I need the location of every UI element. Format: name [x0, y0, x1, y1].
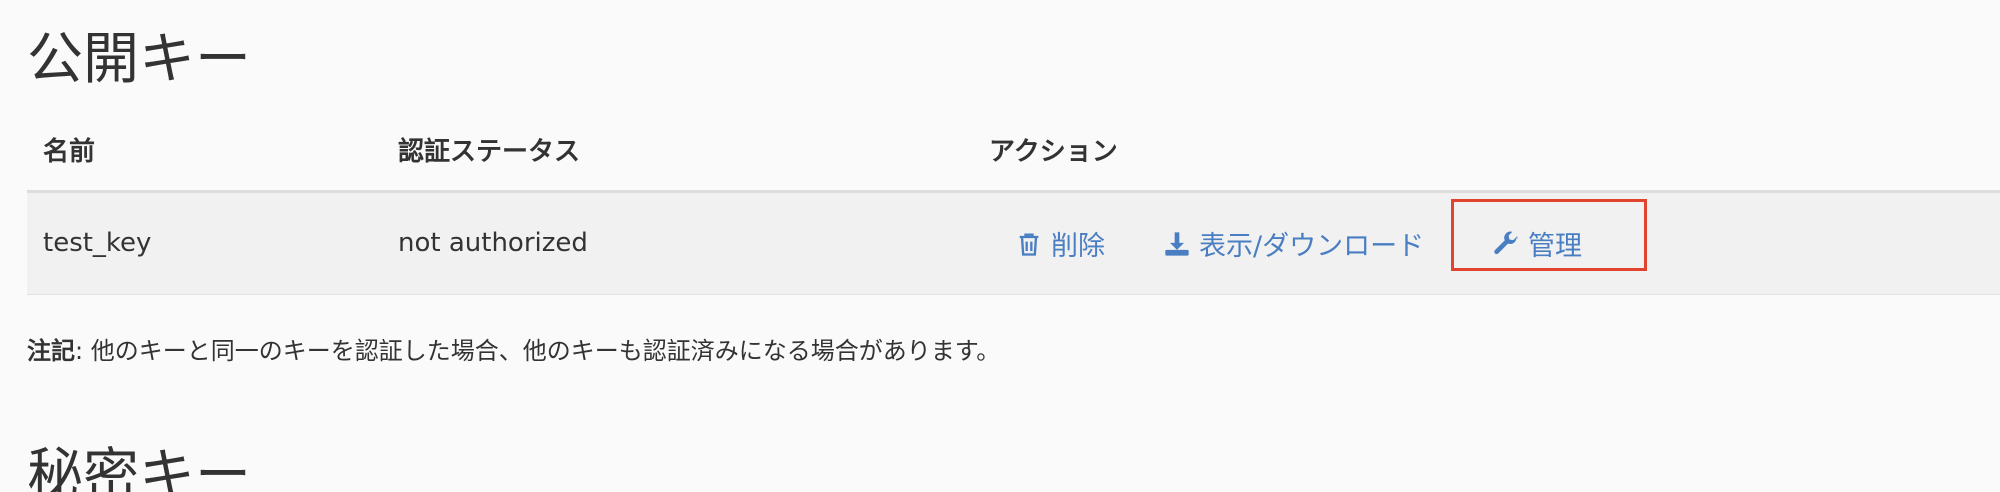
- note: 注記: 他のキーと同一のキーを認証した場合、他のキーも認証済みになる場合がありま…: [27, 331, 1000, 371]
- download-icon: [1163, 230, 1191, 258]
- private-keys-title: 秘密キー: [27, 443, 251, 492]
- delete-label: 削除: [1051, 231, 1105, 262]
- table-row: test_key not authorized 削除 表示/ダウンロード 管理: [27, 193, 2000, 295]
- key-name: test_key: [43, 228, 152, 258]
- column-header-status: 認証ステータス: [398, 137, 581, 167]
- trash-icon: [1015, 230, 1043, 258]
- delete-link[interactable]: 削除: [1015, 193, 1105, 294]
- column-header-name: 名前: [43, 137, 96, 167]
- key-status: not authorized: [398, 228, 588, 258]
- view-download-label: 表示/ダウンロード: [1199, 231, 1425, 262]
- page: 公開キー 名前 認証ステータス アクション test_key not autho…: [0, 0, 2000, 492]
- public-keys-title: 公開キー: [27, 27, 251, 92]
- view-download-link[interactable]: 表示/ダウンロード: [1163, 193, 1424, 294]
- column-header-actions: アクション: [989, 137, 1118, 167]
- table-header: 名前 認証ステータス アクション: [27, 124, 2000, 193]
- public-keys-table: 名前 認証ステータス アクション test_key not authorized…: [27, 124, 2000, 295]
- note-label: 注記: [27, 337, 75, 365]
- highlight-box: [1451, 199, 1647, 271]
- note-text: : 他のキーと同一のキーを認証した場合、他のキーも認証済みになる場合があります。: [75, 337, 1001, 365]
